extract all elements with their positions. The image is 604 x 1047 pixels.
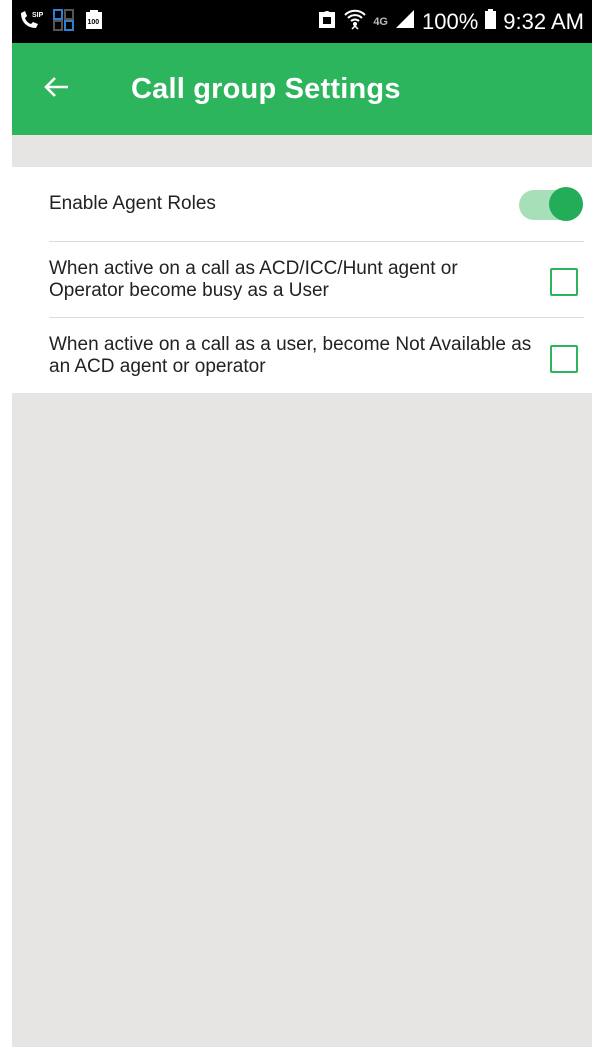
toggle-thumb [549, 187, 583, 221]
wifi-icon [343, 7, 367, 37]
signal-icon [394, 8, 416, 36]
status-right-icons: 4G 100% 9:32 AM [317, 0, 584, 43]
app-screen: SIP 100 4G 100% 9:32 AM Call group Setti… [12, 0, 592, 1047]
busy-as-user-checkbox[interactable] [550, 268, 578, 296]
back-arrow-icon [42, 75, 70, 104]
enable-agent-roles-toggle[interactable] [519, 187, 583, 223]
clock-time: 9:32 AM [503, 9, 584, 34]
battery-icon [484, 8, 497, 36]
network-type-label: 4G [373, 15, 388, 28]
enable-agent-roles-label: Enable Agent Roles [49, 193, 216, 214]
battery-saver-icon: 100 [84, 9, 104, 36]
header-spacer [12, 135, 592, 167]
setting-row-enable-agent-roles[interactable]: Enable Agent Roles [49, 167, 584, 241]
not-available-as-agent-checkbox[interactable] [550, 345, 578, 373]
battery-percent: 100% [422, 9, 479, 34]
setting-row-busy-as-user[interactable]: When active on a call as ACD/ICC/Hunt ag… [49, 242, 584, 317]
busy-as-user-label: When active on a call as ACD/ICC/Hunt ag… [49, 257, 458, 301]
app-bar: Call group Settings [12, 43, 592, 135]
back-button[interactable] [32, 65, 80, 113]
not-available-as-agent-label: When active on a call as a user, become … [49, 333, 532, 377]
svg-text:SIP: SIP [32, 12, 44, 19]
svg-text:100: 100 [88, 19, 100, 26]
lock-icon [317, 8, 337, 36]
status-bar: SIP 100 4G 100% 9:32 AM [12, 0, 592, 43]
setting-row-not-available-as-agent[interactable]: When active on a call as a user, become … [49, 318, 584, 393]
page-title: Call group Settings [131, 73, 401, 105]
status-left-icons: SIP 100 [18, 8, 104, 37]
settings-card: Enable Agent Roles When active on a call… [12, 167, 592, 393]
sip-call-icon: SIP [18, 9, 44, 36]
screen-mirror-icon [52, 8, 76, 37]
